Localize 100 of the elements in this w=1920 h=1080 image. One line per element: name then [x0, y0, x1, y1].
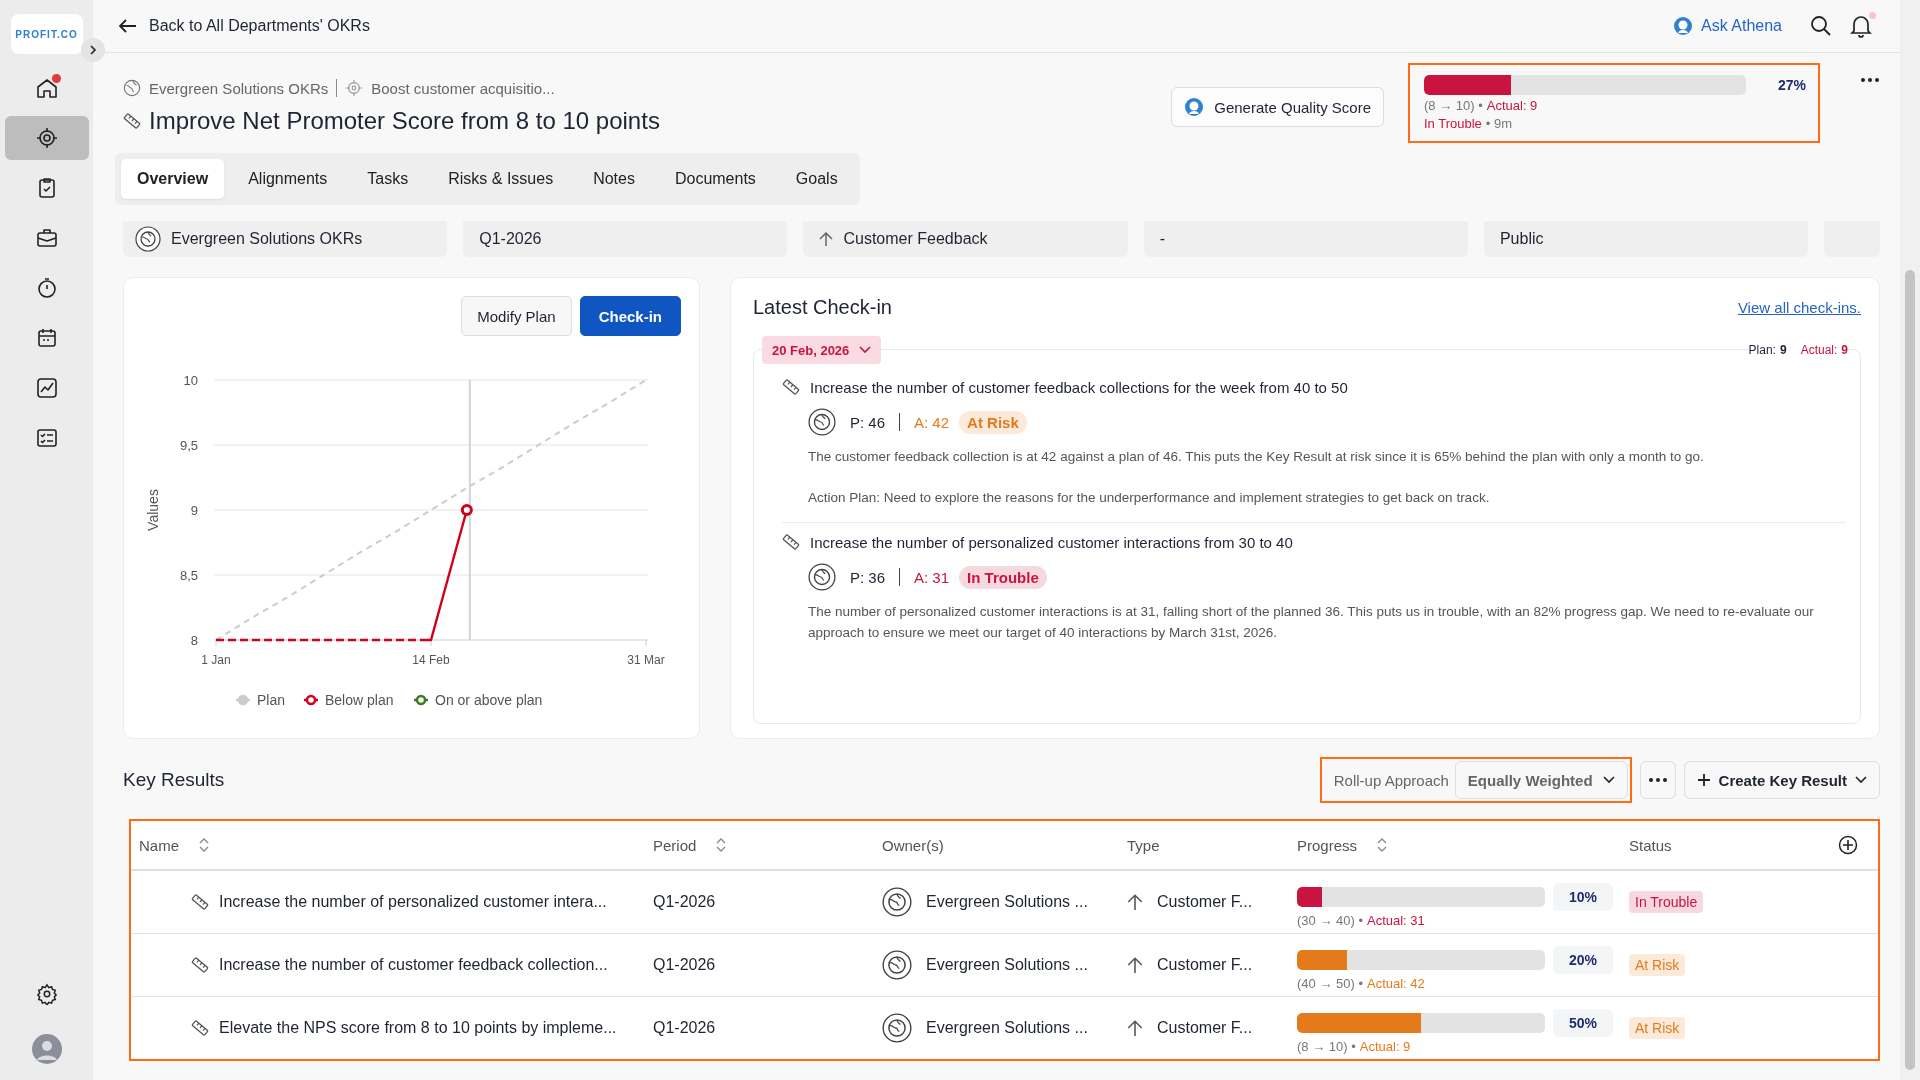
- bell-icon: [1850, 14, 1872, 38]
- progress-percent: 50%: [1553, 1008, 1613, 1037]
- info-value: Evergreen Solutions OKRs: [171, 230, 363, 248]
- plan-label: Plan:: [1748, 343, 1776, 357]
- y-tick-label: 8,5: [179, 567, 198, 583]
- check-in-comment: Action Plan: Need to explore the reasons for the underperformance and implement strategies to get back on track.: [808, 489, 1491, 507]
- table-cell-text: Q1-2026: [652, 893, 717, 911]
- add-circle-icon: [1838, 835, 1858, 855]
- plan-value: 9: [1779, 343, 1787, 357]
- section-title: Key Results: [123, 769, 225, 791]
- tab[interactable]: Documents: [658, 159, 772, 199]
- sort-icon[interactable]: [1377, 838, 1388, 852]
- globe-icon: [882, 1013, 912, 1043]
- table-cell[interactable]: Elevate the NPS score from 8 to 10 points by impleme...: [131, 1019, 645, 1037]
- key-result-name: Increase the number of customer feedback collections for the week from 40 to 50: [810, 378, 1348, 396]
- tab[interactable]: Alignments: [232, 159, 344, 199]
- column-header[interactable]: Period: [645, 836, 874, 854]
- column-header[interactable]: Progress: [1289, 836, 1621, 854]
- ruler-icon: [123, 112, 141, 130]
- y-axis-title: Values: [145, 489, 161, 531]
- key-result-title: Improve Net Promoter Score from 8 to 10 points: [149, 107, 660, 135]
- left-arrow-icon: [119, 19, 137, 33]
- expand-sidebar-button[interactable]: [81, 38, 105, 62]
- caret-icon: [859, 346, 872, 354]
- home-icon: [34, 76, 59, 100]
- legend-item[interactable]: Plan: [236, 692, 286, 708]
- tab[interactable]: Risks & Issues: [432, 159, 570, 199]
- progress-range: (8 → 10) •: [1424, 98, 1483, 113]
- check-in-comment: The customer feedback collection is at 42 against a plan of 46. This puts the Key Result at risk since it is 65% behind the plan with only a month to go.: [808, 448, 1705, 466]
- breadcrumb-link[interactable]: Boost customer acquisitio...: [345, 79, 555, 97]
- search-icon: [1810, 15, 1832, 37]
- actual-value: A: 31: [914, 568, 950, 586]
- status-badge: At Risk: [1629, 1017, 1686, 1039]
- globe-icon: [808, 408, 836, 436]
- generate-quality-score-button[interactable]: Generate Quality Score: [1171, 87, 1384, 127]
- bust-logo-icon: [1184, 97, 1205, 117]
- y-tick-label: 9: [190, 502, 198, 518]
- info-value: Q1-2026: [479, 230, 542, 248]
- target-icon: [345, 79, 364, 97]
- sort-icon[interactable]: [716, 838, 727, 852]
- globe-icon: [135, 226, 161, 252]
- card-title: Latest Check-in: [753, 296, 892, 319]
- progress-percent: 20%: [1553, 945, 1613, 974]
- roll-up-label: Roll-up Approach: [1333, 771, 1449, 789]
- view-all-check-ins-link[interactable]: View all check-ins.: [1737, 299, 1861, 316]
- breadcrumb-link[interactable]: Evergreen Solutions OKRs: [123, 79, 329, 97]
- sidebar-nav-item[interactable]: [4, 116, 89, 160]
- legend-label: On or above plan: [435, 692, 543, 708]
- progress-percent: 27%: [1776, 77, 1806, 93]
- legend-item[interactable]: Below plan: [304, 692, 394, 708]
- table-cell-text: Q1-2026: [652, 1019, 717, 1037]
- tab[interactable]: Notes: [577, 159, 651, 199]
- ask-athena-link[interactable]: Ask Athena: [1673, 16, 1782, 36]
- chart-icon: [34, 376, 59, 400]
- ruler-icon: [191, 956, 209, 974]
- table-cell[interactable]: Increase the number of personalized customer intera...: [131, 893, 645, 911]
- create-key-result-button[interactable]: Create Key Result: [1683, 761, 1880, 799]
- actual-value: Actual: 42: [1366, 975, 1425, 991]
- actual-value: Actual: 31: [1366, 912, 1425, 928]
- tab[interactable]: Goals: [779, 159, 854, 199]
- progress-range: (40 → 50) •: [1297, 975, 1363, 991]
- x-tick-label: 14 Feb: [412, 653, 450, 667]
- company-logo[interactable]: PROFIT.CO: [10, 14, 83, 54]
- up-arrow-icon: [819, 231, 834, 247]
- tab[interactable]: Overview: [121, 159, 225, 199]
- progress-range: (8 → 10) •: [1297, 1038, 1356, 1054]
- legend-label: Below plan: [325, 692, 394, 708]
- column-header: Type: [1126, 836, 1161, 854]
- key-result-name[interactable]: Increase the number of customer feedback collection...: [219, 956, 608, 974]
- key-result-name[interactable]: Increase the number of personalized customer intera...: [219, 893, 607, 911]
- tab[interactable]: Tasks: [351, 159, 425, 199]
- back-link[interactable]: Back to All Departments' OKRs: [119, 17, 370, 35]
- roll-up-dropdown[interactable]: Equally Weighted: [1454, 761, 1628, 799]
- ruler-icon: [782, 378, 800, 396]
- info-value: Customer Feedback: [843, 230, 988, 248]
- status-text: In Trouble: [1424, 116, 1482, 131]
- chevron-right-icon: [87, 44, 99, 56]
- scrollbar-thumb[interactable]: [1905, 270, 1915, 1070]
- key-result-name[interactable]: Elevate the NPS score from 8 to 10 points by impleme...: [219, 1019, 617, 1037]
- status-badge: At Risk: [1629, 954, 1686, 976]
- sort-icon[interactable]: [199, 838, 209, 852]
- type-name: Customer F...: [1157, 893, 1253, 911]
- plan-value: P: 36: [850, 568, 886, 586]
- search-button[interactable]: [1810, 15, 1832, 37]
- modify-plan-button[interactable]: Modify Plan: [461, 296, 572, 336]
- progress-percent: 10%: [1553, 882, 1613, 911]
- legend-item[interactable]: On or above plan: [414, 692, 543, 708]
- more-options-button[interactable]: [1639, 761, 1676, 799]
- owner-name: Evergreen Solutions ...: [926, 893, 1088, 911]
- check-in-button[interactable]: Check-in: [579, 296, 681, 336]
- user-avatar[interactable]: [31, 1034, 62, 1064]
- y-tick-label: 9,5: [179, 437, 198, 453]
- up-arrow-icon: [1127, 1019, 1143, 1037]
- table-cell[interactable]: Increase the number of customer feedback collection...: [131, 956, 645, 974]
- column-header[interactable]: Name: [131, 836, 645, 854]
- up-arrow-icon: [1127, 956, 1143, 974]
- avatar-silhouette-icon: [31, 1034, 62, 1064]
- globe-icon: [882, 950, 912, 980]
- globe-icon: [882, 887, 912, 917]
- date-dropdown[interactable]: 20 Feb, 2026: [762, 336, 882, 364]
